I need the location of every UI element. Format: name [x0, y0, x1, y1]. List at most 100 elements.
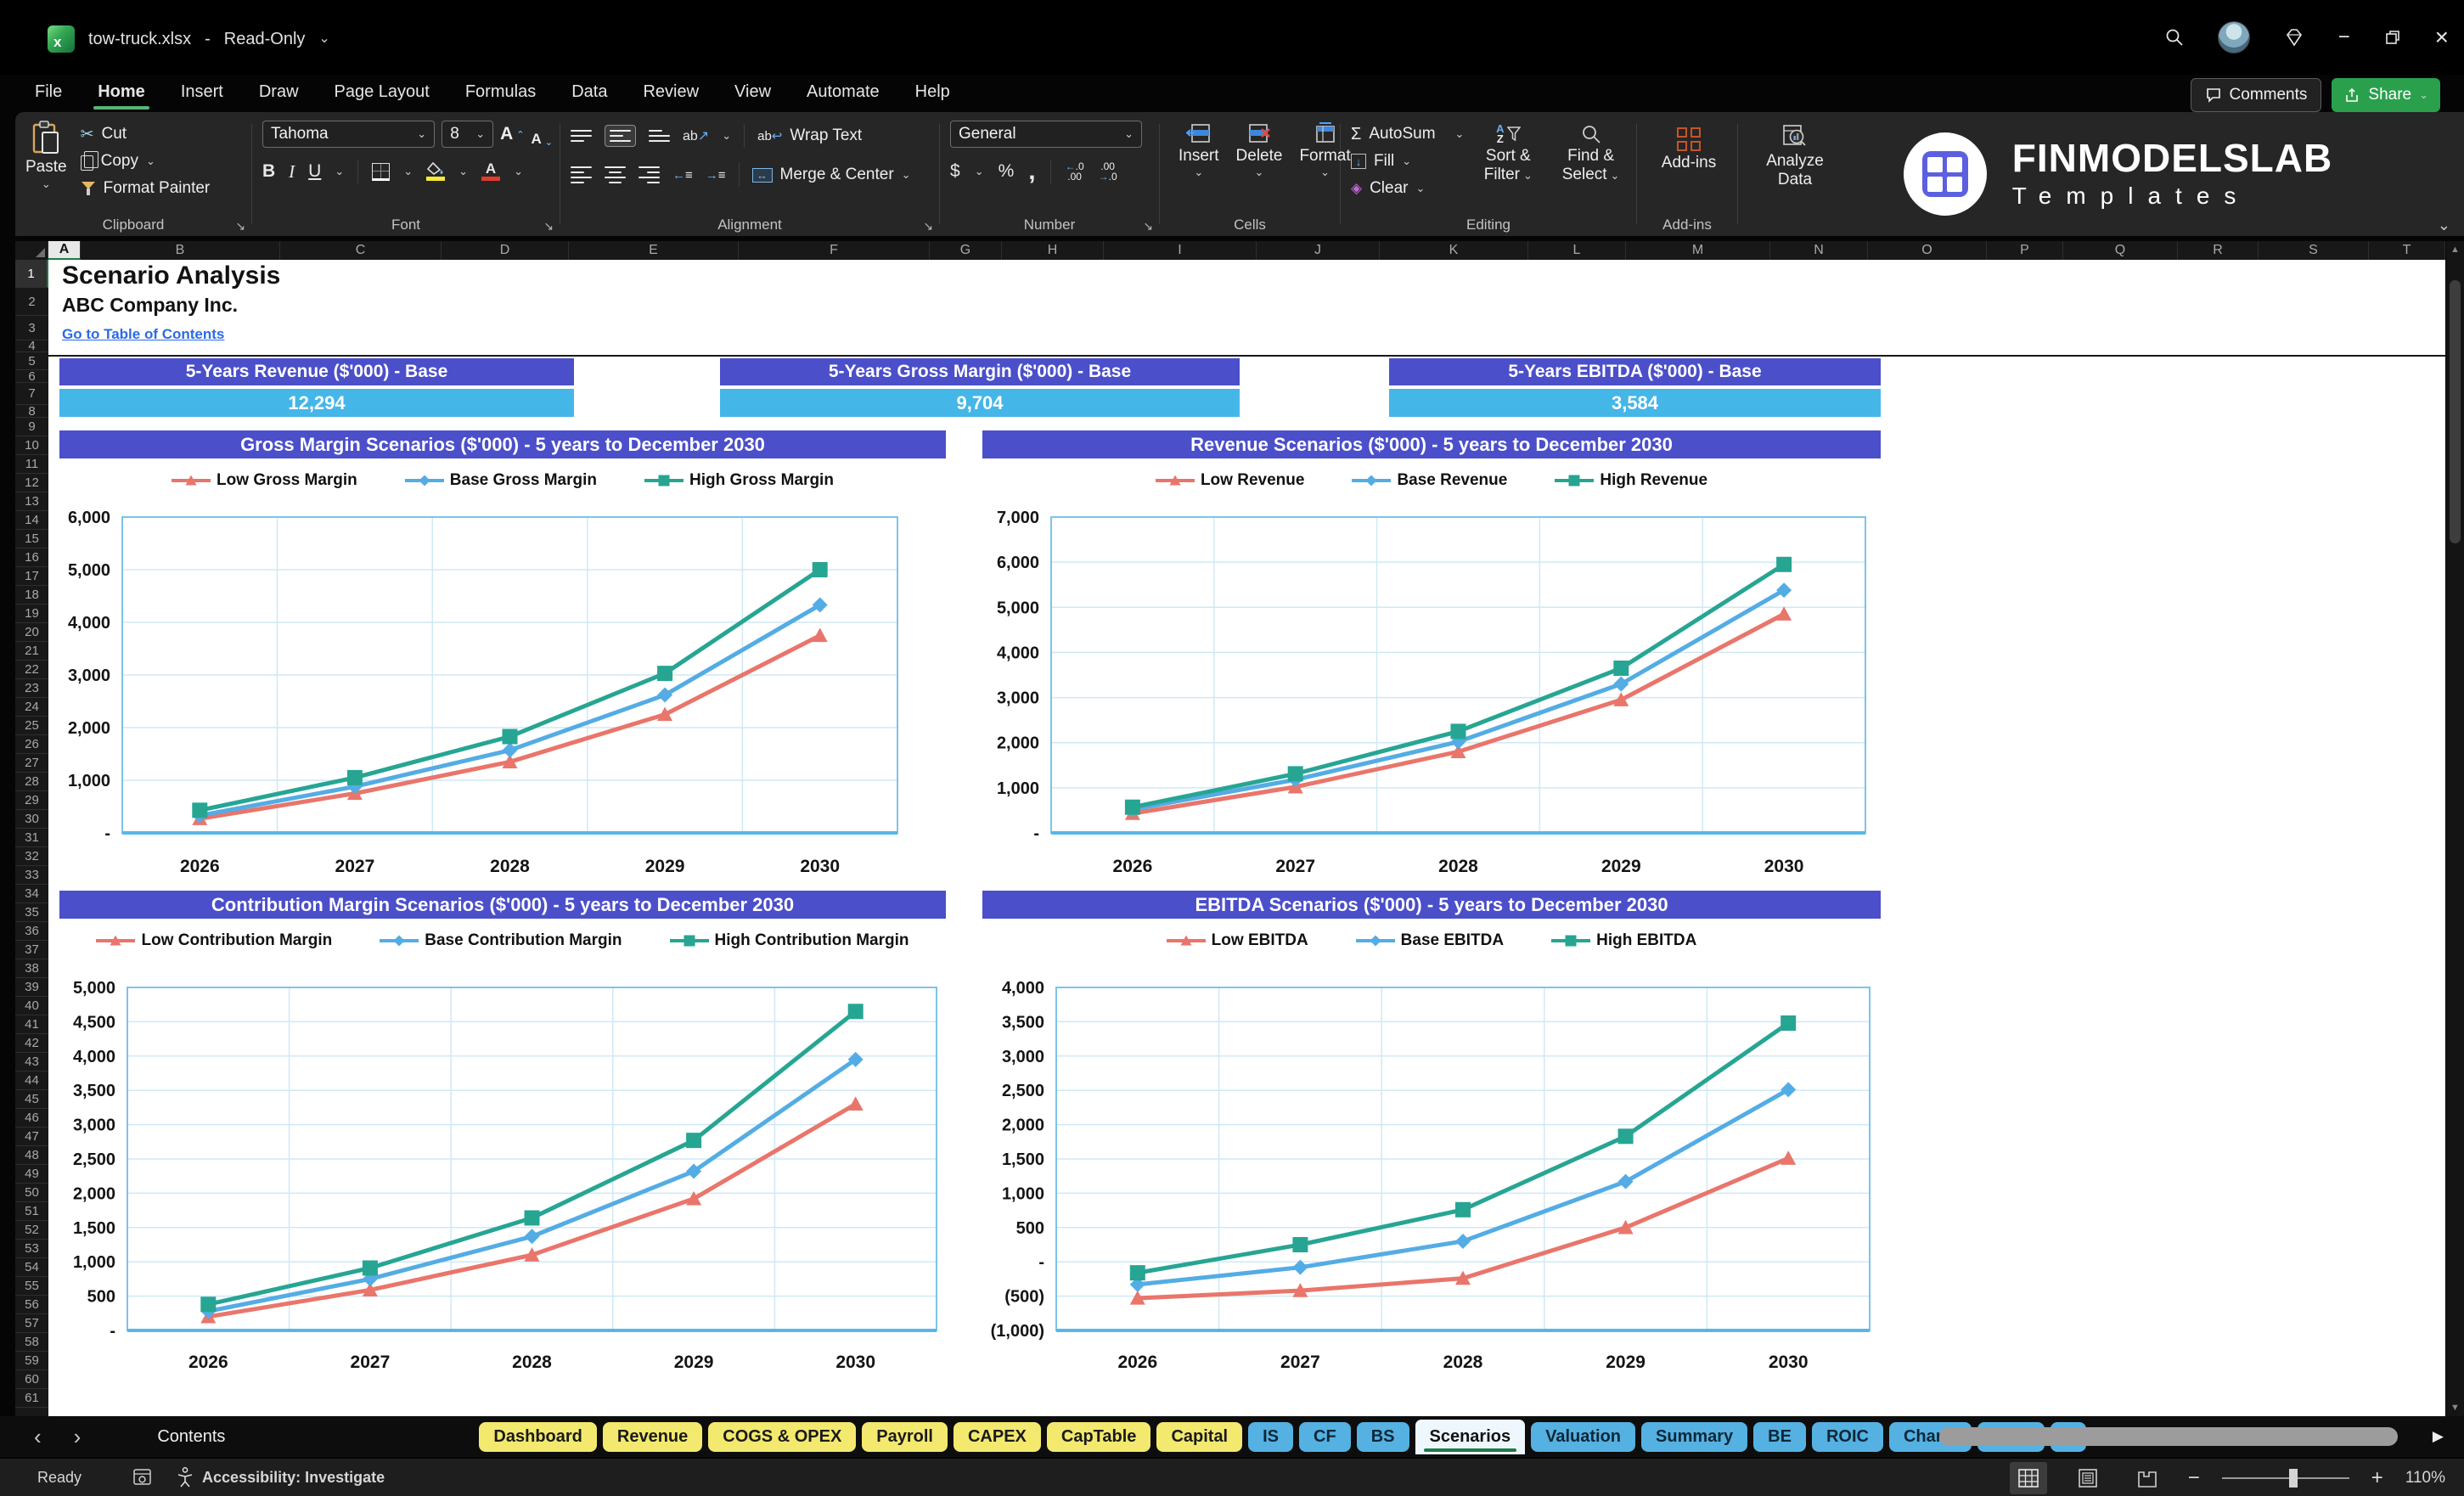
bold-button[interactable]: B: [262, 161, 275, 182]
comma-button[interactable]: ,: [1028, 159, 1035, 184]
ribbon-tab-help[interactable]: Help: [897, 75, 968, 112]
addins-button[interactable]: Add-ins: [1647, 126, 1730, 174]
row-header-58[interactable]: 58: [15, 1333, 48, 1352]
column-header-d[interactable]: D: [442, 241, 569, 260]
row-header-3[interactable]: 3: [15, 316, 48, 340]
close-button[interactable]: ×: [2435, 24, 2449, 51]
zoom-in-button[interactable]: +: [2371, 1466, 2383, 1490]
cut-button[interactable]: ✂ Cut: [81, 121, 211, 148]
sheet-tab-dashboard[interactable]: Dashboard: [479, 1421, 597, 1452]
row-header-49[interactable]: 49: [15, 1165, 48, 1184]
ribbon-tab-home[interactable]: Home: [80, 75, 163, 112]
paste-button[interactable]: Paste ⌄: [25, 121, 67, 202]
chart-ebitda[interactable]: EBITDA Scenarios ($'000) - 5 years to De…: [982, 891, 1881, 1381]
column-header-e[interactable]: E: [569, 241, 739, 260]
row-header-24[interactable]: 24: [15, 698, 48, 717]
sheet-tab-be[interactable]: BE: [1753, 1421, 1806, 1452]
sheet-tab-roic[interactable]: ROIC: [1811, 1421, 1883, 1452]
zoom-slider[interactable]: [2221, 1469, 2349, 1488]
kpi-title-5-years-gross-margin-000-base[interactable]: 5-Years Gross Margin ($'000) - Base: [720, 358, 1240, 385]
column-header-c[interactable]: C: [280, 241, 442, 260]
column-header-g[interactable]: G: [930, 241, 1002, 260]
copy-button[interactable]: Copy ⌄: [80, 148, 211, 175]
comments-button[interactable]: Comments: [2190, 78, 2322, 112]
column-header-o[interactable]: O: [1868, 241, 1987, 260]
row-header-32[interactable]: 32: [15, 847, 48, 866]
row-header-23[interactable]: 23: [15, 679, 48, 698]
row-header-55[interactable]: 55: [15, 1277, 48, 1296]
row-header-57[interactable]: 57: [15, 1314, 48, 1333]
file-title[interactable]: x tow-truck.xlsx - Read-Only ⌄: [48, 25, 330, 53]
column-header-b[interactable]: B: [81, 241, 280, 260]
column-header-r[interactable]: R: [2178, 241, 2259, 260]
column-header-h[interactable]: H: [1002, 241, 1104, 260]
analyze-data-button[interactable]: Analyze Data: [1748, 122, 1842, 191]
orientation-button[interactable]: ab↗: [683, 127, 709, 144]
row-header-17[interactable]: 17: [15, 567, 48, 586]
row-header-43[interactable]: 43: [15, 1053, 48, 1071]
align-middle-icon[interactable]: [605, 124, 636, 148]
underline-chevron[interactable]: ⌄: [335, 166, 344, 177]
kpi-title-5-years-ebitda-000-base[interactable]: 5-Years EBITDA ($'000) - Base: [1389, 358, 1881, 385]
sheet-tab-capital[interactable]: Capital: [1156, 1421, 1243, 1452]
align-right-icon[interactable]: [639, 166, 660, 184]
row-header-15[interactable]: 15: [15, 530, 48, 548]
row-header-44[interactable]: 44: [15, 1071, 48, 1090]
font-size-select[interactable]: 8 ⌄: [442, 121, 494, 148]
chart-gross-margin[interactable]: Gross Margin Scenarios ($'000) - 5 years…: [59, 430, 946, 887]
row-header-41[interactable]: 41: [15, 1015, 48, 1034]
chart-contribution-margin[interactable]: Contribution Margin Scenarios ($'000) - …: [59, 891, 946, 1381]
row-header-53[interactable]: 53: [15, 1240, 48, 1258]
zoom-out-button[interactable]: −: [2188, 1466, 2200, 1490]
row-header-29[interactable]: 29: [15, 791, 48, 810]
ribbon-tab-view[interactable]: View: [717, 75, 789, 112]
fill-color-button[interactable]: [426, 162, 446, 181]
ribbon-tab-review[interactable]: Review: [625, 75, 717, 112]
row-header-5[interactable]: 5: [15, 352, 48, 370]
row-header-2[interactable]: 2: [15, 288, 48, 316]
restore-button[interactable]: [2384, 29, 2401, 46]
sheet-tab-capex[interactable]: CAPEX: [953, 1421, 1041, 1452]
underline-button[interactable]: U: [308, 161, 321, 182]
clipboard-dialog-launcher[interactable]: ↘: [235, 219, 245, 233]
user-avatar[interactable]: [2217, 21, 2250, 53]
italic-button[interactable]: I: [289, 161, 295, 183]
row-header-1[interactable]: 1: [15, 260, 48, 288]
kpi-value-5-years-ebitda-000-base[interactable]: 3,584: [1389, 389, 1881, 417]
row-header-31[interactable]: 31: [15, 829, 48, 847]
row-header-26[interactable]: 26: [15, 735, 48, 754]
collapse-ribbon-icon[interactable]: ⌄: [2438, 217, 2450, 234]
page-layout-view-button[interactable]: [2069, 1462, 2107, 1494]
column-header-m[interactable]: M: [1626, 241, 1770, 260]
ribbon-tab-file[interactable]: File: [17, 75, 80, 112]
row-header-45[interactable]: 45: [15, 1090, 48, 1109]
font-color-button[interactable]: A: [481, 161, 501, 181]
scroll-right-icon[interactable]: ▶: [2433, 1428, 2444, 1445]
row-header-34[interactable]: 34: [15, 885, 48, 903]
delete-cells-button[interactable]: Delete ⌄: [1228, 121, 1291, 178]
row-header-12[interactable]: 12: [15, 474, 48, 492]
row-header-13[interactable]: 13: [15, 492, 48, 511]
row-header-56[interactable]: 56: [15, 1296, 48, 1314]
sheet-tab-cogs-opex[interactable]: COGS & OPEX: [708, 1421, 857, 1452]
title-chevron-icon[interactable]: ⌄: [318, 32, 329, 46]
row-header-52[interactable]: 52: [15, 1221, 48, 1240]
row-header-16[interactable]: 16: [15, 548, 48, 567]
column-header-q[interactable]: Q: [2063, 241, 2178, 260]
wrap-text-button[interactable]: ab↩ Wrap Text: [757, 122, 862, 149]
find-select-button[interactable]: Find & Select ⌄: [1552, 122, 1629, 202]
ribbon-tab-data[interactable]: Data: [554, 75, 625, 112]
column-header-p[interactable]: P: [1987, 241, 2063, 260]
align-center-icon[interactable]: [605, 166, 626, 184]
row-header-35[interactable]: 35: [15, 903, 48, 922]
clear-button[interactable]: ◈ Clear ⌄: [1351, 175, 1464, 202]
increase-decimal-button[interactable]: ←.0.00: [1066, 161, 1084, 182]
row-header-50[interactable]: 50: [15, 1184, 48, 1202]
font-name-select[interactable]: Tahoma ⌄: [262, 121, 436, 148]
row-header-14[interactable]: 14: [15, 511, 48, 530]
row-header-37[interactable]: 37: [15, 941, 48, 959]
sheet-tab-summary[interactable]: Summary: [1641, 1421, 1748, 1452]
row-header-10[interactable]: 10: [15, 436, 48, 455]
minimize-button[interactable]: −: [2338, 25, 2350, 49]
borders-icon[interactable]: [372, 162, 391, 181]
